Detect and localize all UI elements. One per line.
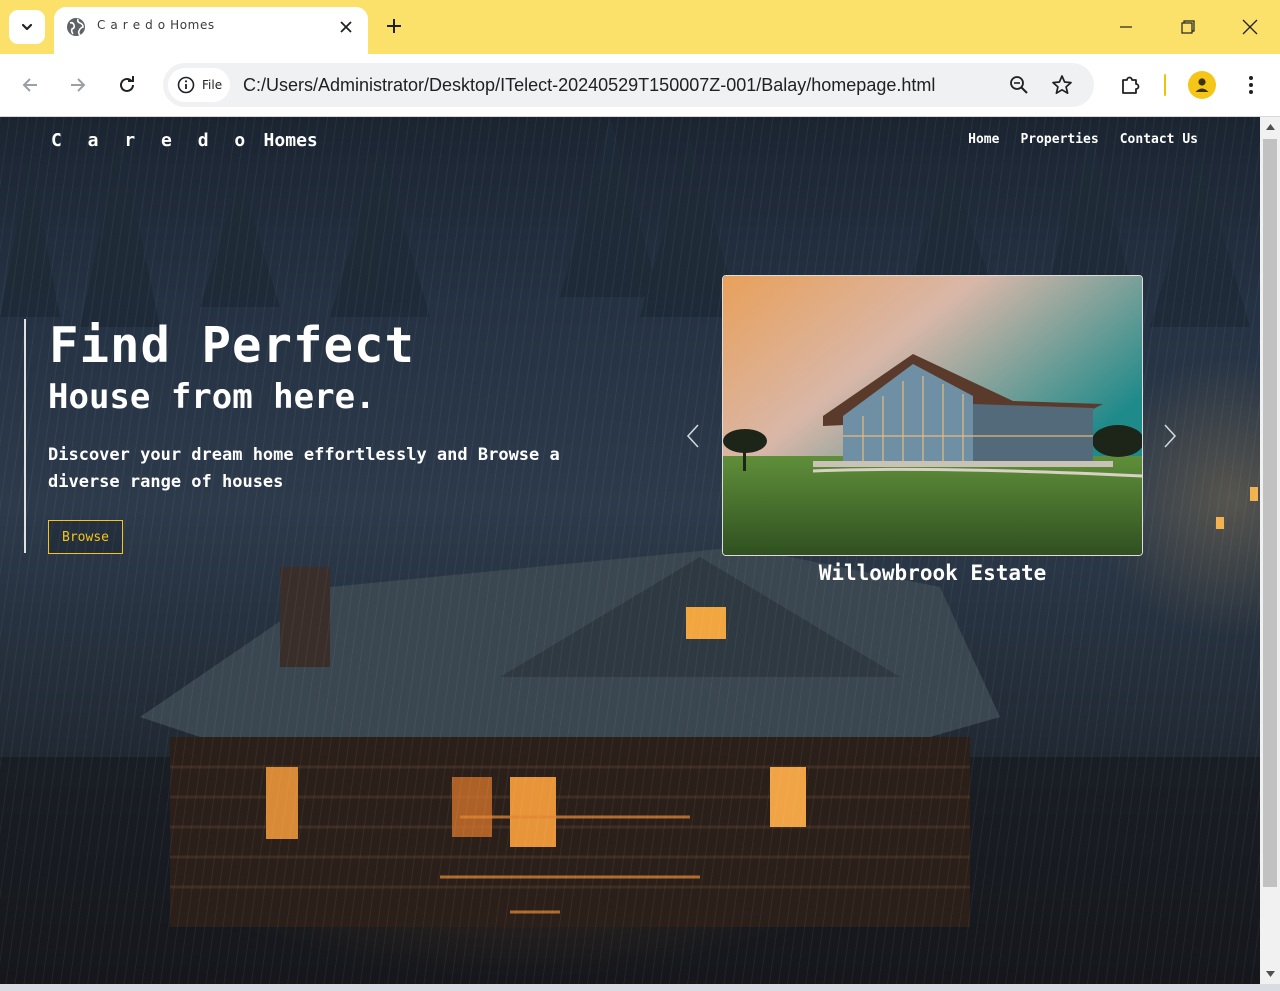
restore-icon — [1181, 20, 1195, 34]
scroll-down-button[interactable] — [1260, 968, 1280, 980]
zoom-icon — [1010, 76, 1028, 94]
more-icon — [1249, 76, 1253, 94]
chevron-right-icon — [1164, 424, 1177, 448]
tab-title: C a r e d o Homes — [97, 18, 215, 32]
chevron-left-icon — [686, 424, 699, 448]
carousel-image — [722, 275, 1143, 556]
scroll-up-button[interactable] — [1260, 121, 1280, 133]
restore-button[interactable] — [1168, 10, 1208, 44]
address-bar[interactable]: File C:/Users/Administrator/Desktop/ITel… — [163, 63, 1094, 107]
hero-subtitle: House from here. — [48, 377, 376, 417]
toolbar-divider — [1164, 74, 1166, 96]
bookmark-button[interactable] — [1048, 71, 1076, 99]
site-info-label: File — [202, 78, 223, 92]
tab-search-button[interactable] — [9, 10, 45, 44]
carousel-prev-button[interactable] — [682, 421, 704, 451]
browser-tab[interactable]: C a r e d o Homes — [54, 7, 368, 54]
carousel-next-button[interactable] — [1159, 421, 1181, 451]
plus-icon — [387, 19, 401, 33]
globe-icon — [67, 18, 85, 36]
hero-description: Discover your dream home effortlessly an… — [48, 445, 560, 492]
page-scrollbar[interactable] — [1260, 117, 1280, 984]
site-info-chip[interactable]: File — [168, 68, 230, 102]
reload-button[interactable] — [110, 68, 144, 102]
star-icon — [1052, 75, 1072, 95]
site-nav: Home Properties Contact Us — [968, 132, 1198, 147]
url-text[interactable]: C:/Users/Administrator/Desktop/ITelect-2… — [243, 75, 935, 96]
chevron-down-icon — [21, 23, 33, 31]
nav-properties-link[interactable]: Properties — [1020, 132, 1098, 147]
browse-button[interactable]: Browse — [48, 520, 123, 554]
menu-button[interactable] — [1234, 68, 1268, 102]
close-icon — [1242, 19, 1258, 35]
nav-contact-link[interactable]: Contact Us — [1120, 132, 1198, 147]
browser-toolbar: File C:/Users/Administrator/Desktop/ITel… — [0, 54, 1280, 117]
caret-up-icon — [1265, 124, 1275, 130]
extensions-button[interactable] — [1113, 68, 1147, 102]
title-bar: C a r e d o Homes — [0, 0, 1280, 54]
scrollbar-thumb[interactable] — [1263, 139, 1277, 887]
nav-home-link[interactable]: Home — [968, 132, 999, 147]
minimize-icon — [1120, 26, 1132, 28]
carousel-caption: Willowbrook Estate — [818, 561, 1047, 585]
site-logo[interactable]: C a r e d o Homes — [51, 130, 318, 151]
info-icon — [177, 76, 195, 94]
hero-title: Find Perfect — [49, 317, 416, 374]
new-tab-button[interactable] — [380, 12, 408, 40]
taskbar-edge — [0, 984, 1280, 991]
forward-button[interactable] — [61, 68, 95, 102]
hero-accent-line — [24, 319, 26, 553]
back-icon — [22, 78, 37, 92]
close-icon — [340, 21, 352, 33]
back-button[interactable] — [13, 68, 47, 102]
extensions-icon — [1122, 76, 1140, 94]
profile-icon — [1188, 71, 1216, 99]
reload-icon — [120, 76, 134, 92]
caret-down-icon — [1265, 971, 1275, 977]
forward-icon — [71, 78, 86, 92]
zoom-button[interactable] — [1005, 71, 1033, 99]
window-close-button[interactable] — [1230, 10, 1270, 44]
tab-close-button[interactable] — [336, 17, 356, 37]
profile-button[interactable] — [1185, 68, 1219, 102]
minimize-button[interactable] — [1106, 10, 1146, 44]
page-viewport: C a r e d o Homes Home Properties Contac… — [0, 117, 1260, 984]
